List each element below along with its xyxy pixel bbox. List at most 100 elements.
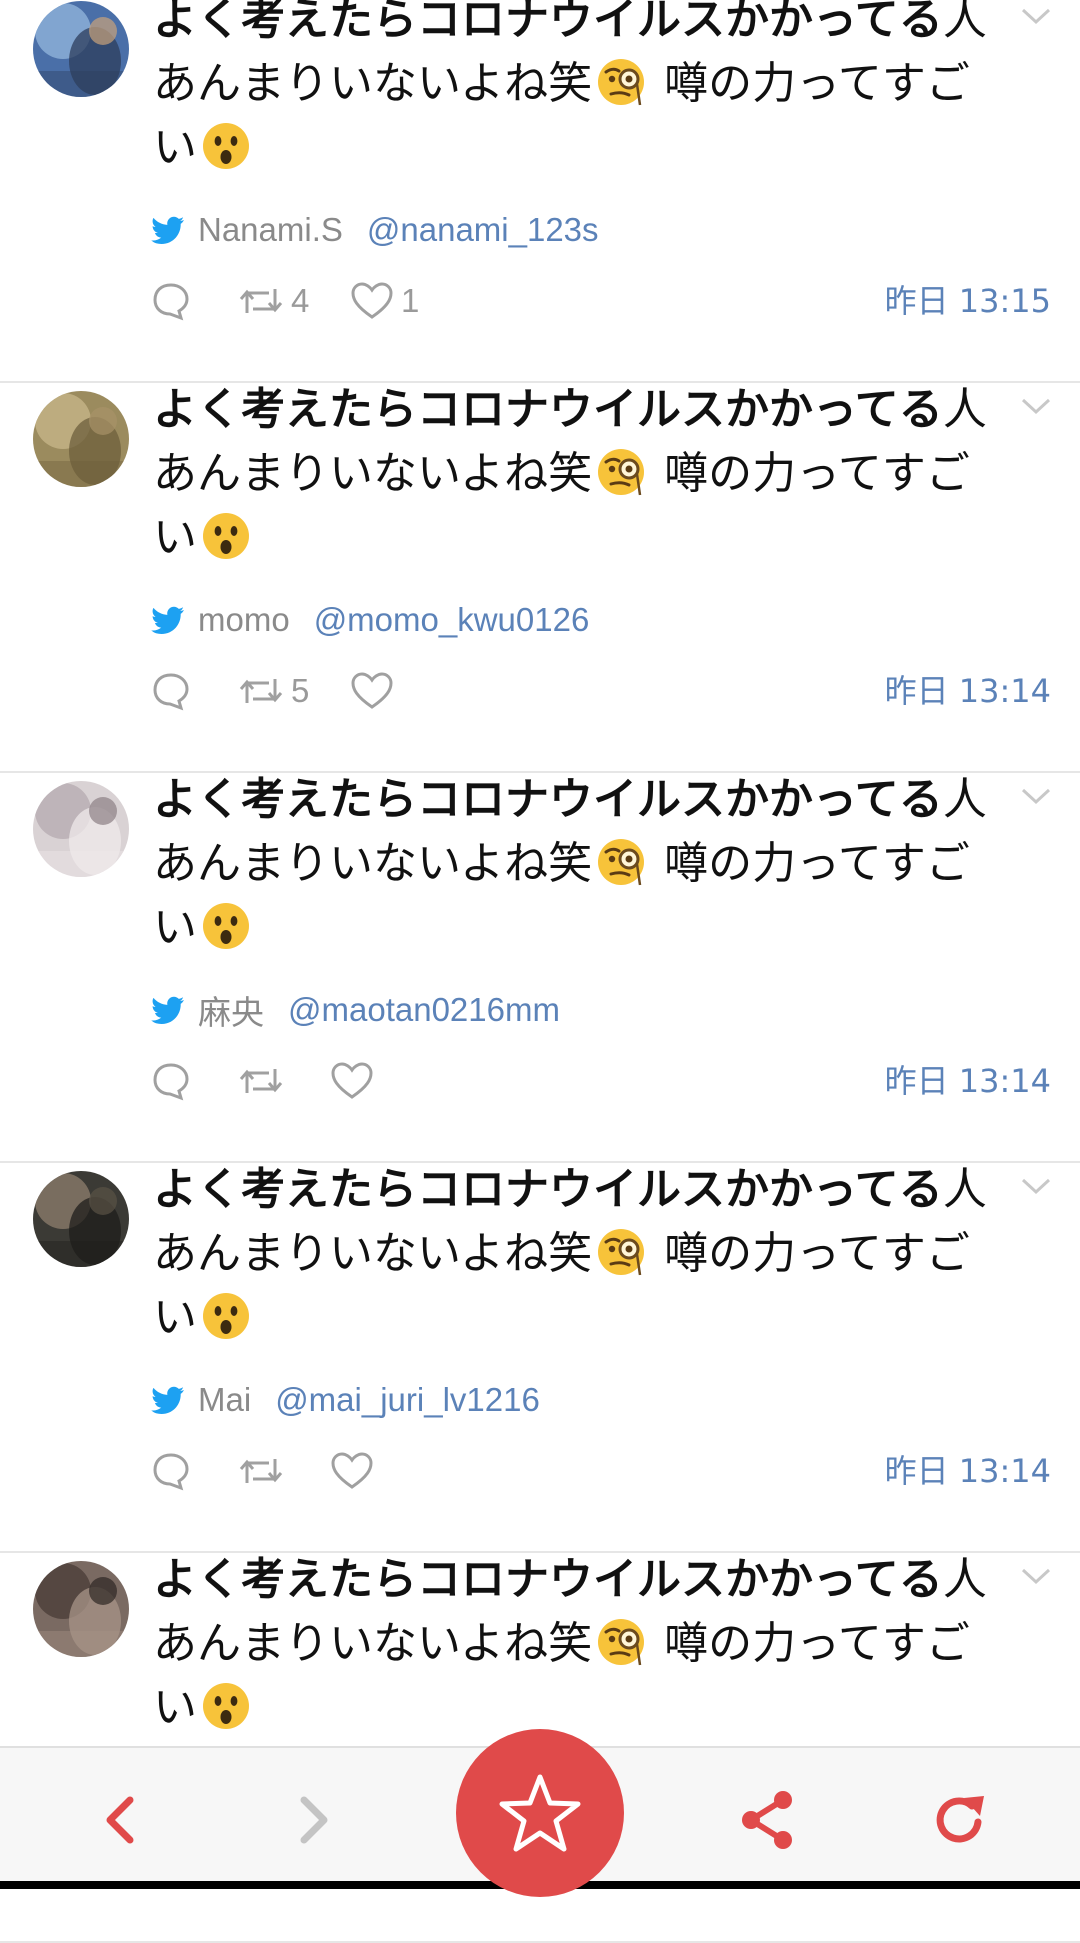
- chevron-down-icon[interactable]: [1018, 1564, 1054, 1588]
- tweet-card[interactable]: よく考えたらコロナウイルスかかってる人 あんまりいないよね笑 噂の力ってすごい Ma…: [0, 1164, 1080, 1553]
- reload-icon: [936, 1796, 984, 1843]
- tweet-text-line2-pre: あんまりいないよね笑: [153, 1228, 593, 1279]
- tweet-timestamp[interactable]: 昨日 13:15: [885, 279, 1051, 323]
- avatar[interactable]: [33, 781, 129, 877]
- retweet-icon: [239, 679, 283, 703]
- avatar[interactable]: [33, 1, 129, 97]
- user-handle[interactable]: @nanami_123s: [367, 211, 599, 249]
- reply-button[interactable]: [151, 669, 191, 713]
- tweet-text-line3: い: [153, 902, 197, 953]
- reply-button[interactable]: [151, 1449, 191, 1493]
- tweet-actions: 5 昨日 13:14: [151, 669, 1051, 713]
- tweet-text-bold: よく考えたらコロナウイルスかかってる: [153, 384, 943, 435]
- reply-button[interactable]: [151, 279, 191, 323]
- tweet-text-line3: い: [153, 1292, 197, 1343]
- retweet-icon: [239, 1459, 283, 1483]
- like-button[interactable]: [331, 1059, 381, 1103]
- chevron-right-icon: [300, 1796, 328, 1844]
- twitter-bird-icon: [151, 1386, 184, 1414]
- tweet-actions: 昨日 13:14: [151, 1449, 1051, 1493]
- tweet-text-line1-rest: 人: [942, 1554, 987, 1605]
- tweet-text-line1-rest: 人: [942, 0, 987, 45]
- tweet-card[interactable]: よく考えたらコロナウイルスかかってる人 あんまりいないよね笑 噂の力ってすごい mo…: [0, 384, 1080, 773]
- tweet-text-line3: い: [153, 512, 197, 563]
- user-row: momo @momo_kwu0126: [151, 598, 589, 642]
- tweet-text-line3: い: [153, 1682, 197, 1733]
- heart-icon: [331, 1452, 373, 1489]
- retweet-button[interactable]: [239, 1059, 291, 1103]
- face-with-monocle-icon: [596, 57, 646, 107]
- reply-icon: [153, 1063, 189, 1101]
- back-button[interactable]: [92, 1790, 152, 1850]
- share-icon: [742, 1791, 792, 1849]
- tweet-text-bold: よく考えたらコロナウイルスかかってる: [153, 774, 943, 825]
- chevron-down-icon[interactable]: [1018, 394, 1054, 418]
- tweet-text-line2-post: 噂の力ってすご: [664, 1618, 970, 1669]
- tweet-text-line2-post: 噂の力ってすご: [664, 448, 970, 499]
- chevron-down-icon[interactable]: [1018, 4, 1054, 28]
- user-display-name[interactable]: Nanami.S: [198, 211, 343, 249]
- retweet-count: 5: [291, 672, 310, 709]
- chevron-left-icon: [106, 1796, 134, 1844]
- like-button[interactable]: [351, 669, 401, 713]
- user-display-name[interactable]: momo: [198, 601, 290, 639]
- tweet-text: よく考えたらコロナウイルスかかってる人 あんまりいないよね笑 噂の力ってすごい: [153, 0, 1013, 180]
- star-icon: [499, 1774, 581, 1852]
- like-button[interactable]: [331, 1449, 381, 1493]
- heart-icon: [331, 1062, 373, 1099]
- reply-button[interactable]: [151, 1059, 191, 1103]
- chevron-down-icon[interactable]: [1018, 1174, 1054, 1198]
- twitter-bird-icon: [151, 606, 184, 634]
- tweet-text-line2-pre: あんまりいないよね笑: [153, 448, 593, 499]
- share-button[interactable]: [735, 1788, 799, 1852]
- retweet-icon: [239, 289, 283, 313]
- retweet-button[interactable]: [239, 1449, 291, 1493]
- hushed-face-icon: [201, 1291, 251, 1341]
- tweet-text-line2-pre: あんまりいないよね笑: [153, 1618, 593, 1669]
- tweet-text-line2-post: 噂の力ってすご: [664, 838, 970, 889]
- face-with-monocle-icon: [596, 1617, 646, 1667]
- reload-button[interactable]: [928, 1788, 992, 1852]
- tweet-text-line3: い: [153, 122, 197, 173]
- chevron-down-icon[interactable]: [1018, 784, 1054, 808]
- hushed-face-icon: [201, 1681, 251, 1731]
- tweet-timestamp[interactable]: 昨日 13:14: [885, 669, 1051, 713]
- tweet-text-line1-rest: 人: [942, 384, 987, 435]
- retweet-icon: [239, 1069, 283, 1093]
- tweet-text: よく考えたらコロナウイルスかかってる人 あんまりいないよね笑 噂の力ってすごい: [153, 768, 1013, 960]
- forward-button[interactable]: [282, 1790, 342, 1850]
- user-row: Nanami.S @nanami_123s: [151, 208, 599, 252]
- user-handle[interactable]: @mai_juri_lv1216: [275, 1381, 540, 1419]
- retweet-button[interactable]: 4: [239, 279, 309, 323]
- avatar[interactable]: [33, 391, 129, 487]
- tweet-text: よく考えたらコロナウイルスかかってる人あんまりいないよね笑 噂の力ってすごい: [153, 1548, 1013, 1740]
- avatar[interactable]: [33, 1171, 129, 1267]
- reply-icon: [153, 283, 189, 321]
- tweet-text-bold: よく考えたらコロナウイルスかかってる: [153, 1164, 943, 1215]
- like-button[interactable]: 1: [351, 279, 419, 323]
- retweet-button[interactable]: 5: [239, 669, 309, 713]
- user-row: 麻央 @maotan0216mm: [151, 988, 560, 1032]
- user-display-name[interactable]: Mai: [198, 1381, 251, 1419]
- tweet-text-bold: よく考えたらコロナウイルスかかってる: [153, 1554, 943, 1605]
- twitter-bird-icon: [151, 216, 184, 244]
- hushed-face-icon: [201, 901, 251, 951]
- tweet-card[interactable]: よく考えたらコロナウイルスかかってる人 あんまりいないよね笑 噂の力ってすごい Na…: [0, 0, 1080, 383]
- hushed-face-icon: [201, 511, 251, 561]
- tweet-text-line2-pre: あんまりいないよね笑: [153, 838, 593, 889]
- tweet-text-line1-rest: 人: [942, 1164, 987, 1215]
- reply-icon: [153, 1453, 189, 1491]
- user-handle[interactable]: @maotan0216mm: [288, 991, 560, 1029]
- tweet-card[interactable]: よく考えたらコロナウイルスかかってる人 あんまりいないよね笑 噂の力ってすごい麻央…: [0, 774, 1080, 1163]
- user-handle[interactable]: @momo_kwu0126: [314, 601, 590, 639]
- face-with-monocle-icon: [596, 1227, 646, 1277]
- tweet-actions: 昨日 13:14: [151, 1059, 1051, 1103]
- tweet-timestamp[interactable]: 昨日 13:14: [885, 1059, 1051, 1103]
- tweet-text: よく考えたらコロナウイルスかかってる人 あんまりいないよね笑 噂の力ってすごい: [153, 1158, 1013, 1350]
- avatar[interactable]: [33, 1561, 129, 1657]
- favorite-button[interactable]: [456, 1729, 624, 1897]
- user-row: Mai @mai_juri_lv1216: [151, 1378, 540, 1422]
- tweet-text: よく考えたらコロナウイルスかかってる人あんまりいないよね笑 噂の力ってすごい: [153, 378, 1013, 570]
- user-display-name[interactable]: 麻央: [198, 986, 264, 1034]
- tweet-timestamp[interactable]: 昨日 13:14: [885, 1449, 1051, 1493]
